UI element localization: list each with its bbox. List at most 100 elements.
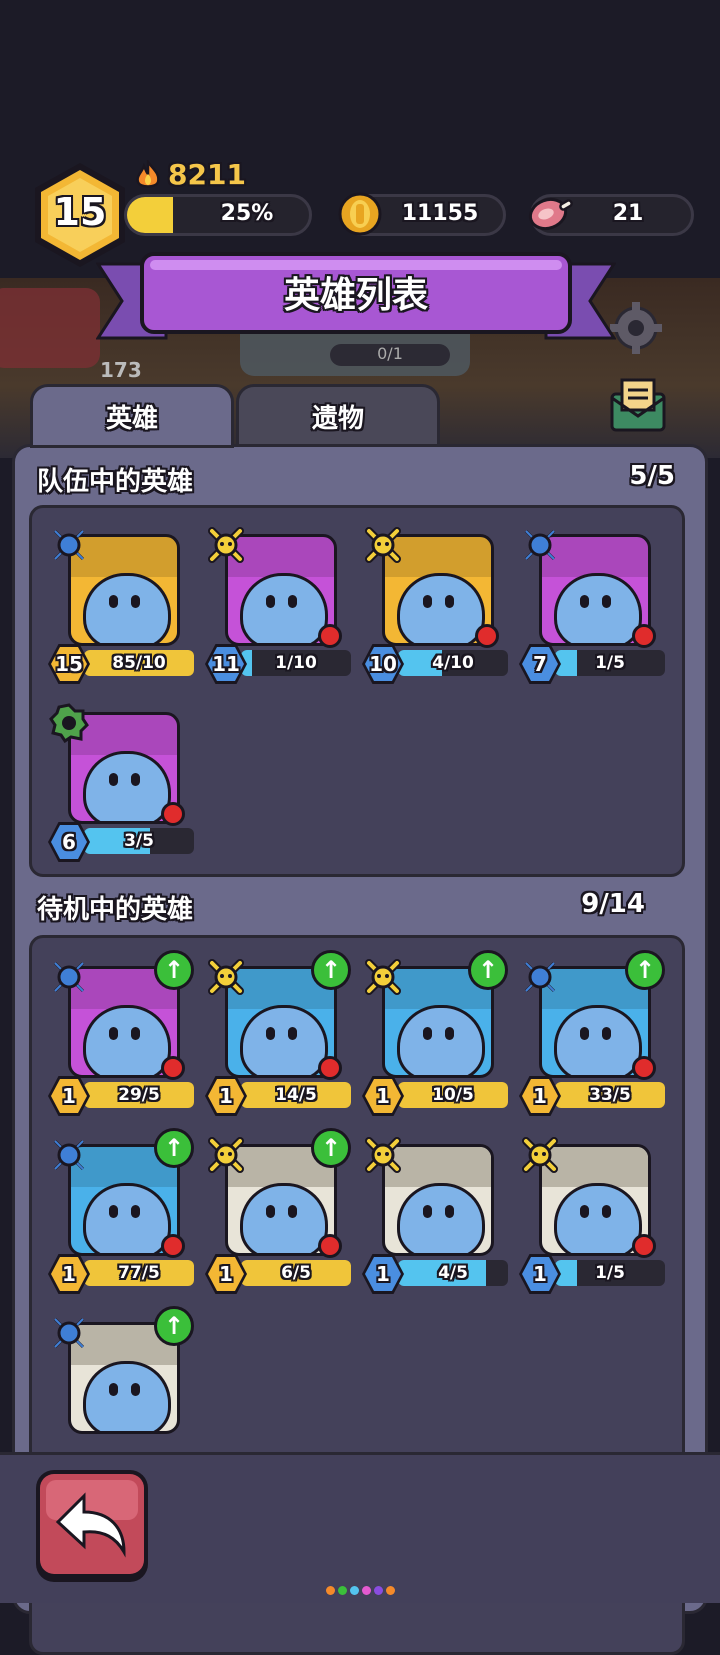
hero-progress-text: 10/5	[432, 1085, 474, 1105]
hero-level: 15	[55, 652, 83, 676]
tab-relics[interactable]: 遗物	[236, 384, 440, 448]
upgrade-arrow-icon: ↑	[154, 950, 194, 990]
skull-class-icon	[519, 1134, 561, 1176]
hero-card[interactable]: 3/5 6	[48, 702, 200, 862]
background-number: 173	[100, 358, 142, 382]
notification-dot	[161, 1056, 185, 1080]
notification-dot	[632, 1056, 656, 1080]
hero-level-badge: 1	[48, 1254, 90, 1294]
hero-progress-bar: 29/5	[84, 1082, 194, 1108]
hero-card[interactable]: ↑ 14/5 1	[205, 950, 357, 1116]
upgrade-arrow-icon: ↑	[468, 950, 508, 990]
skull-class-icon	[205, 1134, 247, 1176]
tab-heroes[interactable]: 英雄	[30, 384, 234, 448]
skull-class-icon	[362, 1134, 404, 1176]
hero-level-badge: 15	[48, 644, 90, 684]
hero-level: 1	[219, 1084, 233, 1108]
hero-card[interactable]: 4/10 10	[362, 524, 514, 684]
hero-level: 1	[533, 1262, 547, 1286]
hero-progress-bar: 10/5	[398, 1082, 508, 1108]
hero-progress-bar: 3/5	[84, 828, 194, 854]
hero-progress-bar: 1/5	[555, 1260, 665, 1286]
upgrade-arrow-icon: ↑	[311, 1128, 351, 1168]
flame-icon	[134, 158, 162, 190]
hero-level-badge: 1	[48, 1076, 90, 1116]
upgrade-arrow-icon: ↑	[625, 950, 665, 990]
mail-icon[interactable]	[608, 376, 668, 434]
spiked-class-icon	[48, 702, 90, 744]
hero-progress-bar: 4/10	[398, 650, 508, 676]
hero-progress-text: 1/5	[595, 1263, 625, 1283]
skull-class-icon	[205, 956, 247, 998]
hero-level-badge: 1	[205, 1254, 247, 1294]
mage-class-icon	[519, 524, 561, 566]
skull-class-icon	[205, 524, 247, 566]
hero-list-panel: 队伍中的英雄 5/5 85/10 15 1/10 11 4/10 10 1/5 7 3/5 6 待…	[12, 444, 708, 1655]
notification-dot	[318, 624, 342, 648]
hero-card[interactable]: 1/10 11	[205, 524, 357, 684]
hero-progress-bar: 4/5	[398, 1260, 508, 1286]
team-section-title: 队伍中的英雄	[37, 467, 194, 497]
notification-dot	[475, 624, 499, 648]
notification-dot	[632, 1234, 656, 1258]
player-power: 8211	[168, 158, 246, 191]
notification-dot	[318, 1234, 342, 1258]
hero-progress-text: 33/5	[589, 1085, 631, 1105]
hero-card[interactable]: ↑ 6/5 1	[205, 1128, 357, 1294]
hero-level-badge: 1	[362, 1076, 404, 1116]
meat-amount: 21	[612, 201, 644, 226]
hero-progress-text: 4/10	[432, 653, 474, 673]
page-indicator	[326, 1586, 396, 1596]
hero-card[interactable]: ↑ 77/5 1	[48, 1128, 200, 1294]
player-level: 15	[53, 190, 107, 234]
hero-progress-text: 3/5	[124, 831, 154, 851]
xp-percent: 25%	[220, 201, 274, 226]
hero-progress-text: 1/10	[275, 653, 317, 673]
hero-card[interactable]: 85/10 15	[48, 524, 200, 684]
hero-level: 7	[533, 652, 547, 676]
hero-progress-text: 4/5	[438, 1263, 468, 1283]
hero-level: 10	[369, 652, 397, 676]
hero-level: 1	[376, 1262, 390, 1286]
hero-progress-bar: 33/5	[555, 1082, 665, 1108]
notification-dot	[318, 1056, 342, 1080]
mage-class-icon	[48, 956, 90, 998]
skull-class-icon	[362, 524, 404, 566]
mage-class-icon	[48, 1134, 90, 1176]
team-hero-grid: 85/10 15 1/10 11 4/10 10 1/5 7 3/5 6	[29, 505, 685, 877]
hero-level: 1	[62, 1262, 76, 1286]
hero-card[interactable]: 1/5 1	[519, 1134, 671, 1294]
mage-class-icon	[519, 956, 561, 998]
hero-progress-bar: 85/10	[84, 650, 194, 676]
hero-level-badge: 1	[519, 1254, 561, 1294]
hero-card[interactable]: ↑ 10/5 1	[362, 950, 514, 1116]
hero-progress-bar: 6/5	[241, 1260, 351, 1286]
hero-card[interactable]: ↑ 33/5 1	[519, 950, 671, 1116]
hero-level-badge: 6	[48, 822, 90, 862]
hero-progress-bar: 14/5	[241, 1082, 351, 1108]
hero-level: 1	[533, 1084, 547, 1108]
xp-bar-fill	[127, 197, 173, 233]
hero-card[interactable]: 4/5 1	[362, 1134, 514, 1294]
hero-level: 1	[219, 1262, 233, 1286]
mage-class-icon	[48, 524, 90, 566]
hero-level-badge: 10	[362, 644, 404, 684]
xp-bar: 25%	[124, 194, 312, 236]
hero-level: 1	[376, 1084, 390, 1108]
hero-progress-text: 85/10	[112, 653, 166, 673]
title-banner: 英雄列表	[96, 252, 616, 350]
hero-progress-bar: 1/10	[241, 650, 351, 676]
notification-dot	[161, 802, 185, 826]
hero-card[interactable]: 1/5 7	[519, 524, 671, 684]
mage-class-icon	[48, 1312, 90, 1354]
hero-level-badge: 1	[519, 1076, 561, 1116]
hero-card[interactable]: ↑	[48, 1306, 200, 1470]
back-button[interactable]	[36, 1470, 148, 1582]
standby-count: 9/14	[581, 889, 645, 919]
hero-level-badge: 7	[519, 644, 561, 684]
hero-card[interactable]: ↑ 29/5 1	[48, 950, 200, 1116]
hero-progress-text: 1/5	[595, 653, 625, 673]
team-count: 5/5	[629, 461, 675, 491]
notification-dot	[632, 624, 656, 648]
hero-level: 11	[212, 652, 240, 676]
